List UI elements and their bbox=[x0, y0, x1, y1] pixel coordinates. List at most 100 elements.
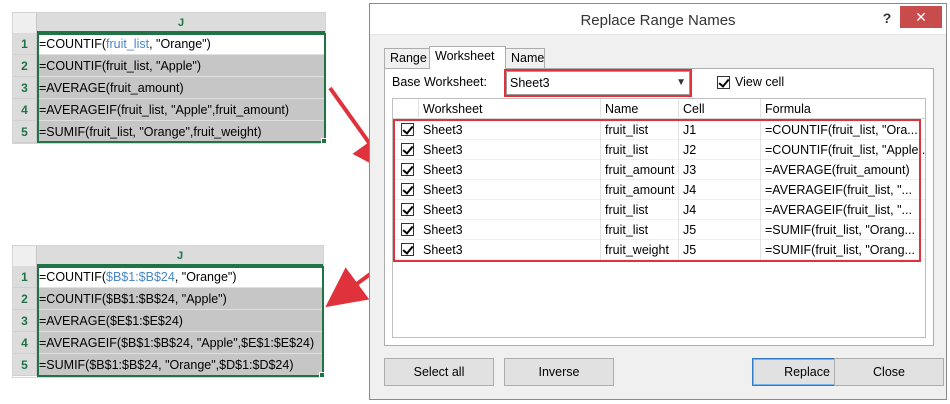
chevron-down-icon: ▼ bbox=[676, 77, 686, 88]
cell-worksheet: Sheet3 bbox=[419, 140, 601, 160]
column-header-bar: J bbox=[13, 246, 323, 266]
row-number[interactable]: 1 bbox=[13, 266, 37, 288]
table-row: 3 =AVERAGE($E$1:$E$24) bbox=[13, 310, 323, 332]
formula-cell[interactable]: =COUNTIF($B$1:$B$24, "Orange") bbox=[37, 266, 323, 288]
table-row[interactable]: Sheet3 fruit_list J4 =AVERAGEIF(fruit_li… bbox=[393, 200, 925, 220]
formula-text: , "Orange") bbox=[149, 37, 211, 51]
cell-worksheet: Sheet3 bbox=[419, 220, 601, 240]
formula-cell[interactable]: =AVERAGE($E$1:$E$24) bbox=[37, 310, 323, 332]
formula-cell[interactable]: =SUMIF($B$1:$B$24, "Orange",$D$1:$D$24) bbox=[37, 354, 323, 376]
row-number[interactable]: 5 bbox=[13, 121, 37, 143]
column-header-j[interactable]: J bbox=[37, 13, 325, 33]
cell-cell: J3 bbox=[679, 160, 761, 180]
cell-name: fruit_amount bbox=[601, 160, 679, 180]
table-row: 5 =SUMIF($B$1:$B$24, "Orange",$D$1:$D$24… bbox=[13, 354, 323, 376]
cell-cell: J1 bbox=[679, 120, 761, 140]
check-column-header bbox=[393, 99, 419, 119]
select-all-button[interactable]: Select all bbox=[384, 358, 494, 386]
row-checkbox[interactable] bbox=[401, 243, 414, 256]
close-icon[interactable]: ✕ bbox=[900, 6, 942, 28]
row-checkbox[interactable] bbox=[401, 163, 414, 176]
tab-worksheet[interactable]: Worksheet bbox=[429, 46, 506, 69]
cell-formula: =AVERAGEIF(fruit_list, "... bbox=[761, 200, 925, 220]
table-row: 2 =COUNTIF($B$1:$B$24, "Apple") bbox=[13, 288, 323, 310]
row-number[interactable]: 2 bbox=[13, 55, 37, 77]
cell-worksheet: Sheet3 bbox=[419, 160, 601, 180]
column-header-formula[interactable]: Formula bbox=[761, 99, 925, 119]
row-checkbox[interactable] bbox=[401, 183, 414, 196]
names-grid: Worksheet Name Cell Formula Sheet3 fruit… bbox=[392, 98, 926, 338]
table-row: 5 =SUMIF(fruit_list, "Orange",fruit_weig… bbox=[13, 121, 325, 143]
row-number[interactable]: 5 bbox=[13, 354, 37, 376]
cell-name: fruit_list bbox=[601, 220, 679, 240]
cell-name: fruit_amount bbox=[601, 180, 679, 200]
formula-cell[interactable]: =COUNTIF(fruit_list, "Orange") bbox=[37, 33, 325, 55]
table-row: 4 =AVERAGEIF($B$1:$B$24, "Apple",$E$1:$E… bbox=[13, 332, 323, 354]
top-sheet: J 1 =COUNTIF(fruit_list, "Orange") 2 =CO… bbox=[12, 12, 327, 144]
table-row[interactable]: Sheet3 fruit_list J2 =COUNTIF(fruit_list… bbox=[393, 140, 925, 160]
formula-text: =COUNTIF( bbox=[39, 270, 107, 284]
cell-name: fruit_list bbox=[601, 140, 679, 160]
view-cell-checkbox[interactable] bbox=[717, 76, 730, 89]
cell-cell: J2 bbox=[679, 140, 761, 160]
title-bar[interactable]: Replace Range Names ? ✕ bbox=[370, 4, 946, 35]
grid-header: Worksheet Name Cell Formula bbox=[393, 99, 925, 119]
cell-name: fruit_weight bbox=[601, 240, 679, 260]
inverse-button[interactable]: Inverse bbox=[504, 358, 614, 386]
base-worksheet-label: Base Worksheet: bbox=[392, 75, 487, 89]
fill-handle[interactable] bbox=[321, 138, 327, 144]
row-checkbox[interactable] bbox=[401, 123, 414, 136]
bottom-sheet: J 1 =COUNTIF($B$1:$B$24, "Orange") 2 =CO… bbox=[12, 245, 325, 378]
row-checkbox[interactable] bbox=[401, 223, 414, 236]
dialog-title: Replace Range Names bbox=[580, 12, 736, 29]
select-all-corner[interactable] bbox=[13, 246, 37, 266]
row-checkbox[interactable] bbox=[401, 143, 414, 156]
table-row[interactable]: Sheet3 fruit_list J5 =SUMIF(fruit_list, … bbox=[393, 220, 925, 240]
base-worksheet-value: Sheet3 bbox=[510, 76, 550, 90]
column-header-j[interactable]: J bbox=[37, 246, 323, 266]
formula-text: , "Orange") bbox=[174, 270, 237, 284]
formula-ref: $B$1:$B$24 bbox=[106, 270, 175, 284]
tab-name[interactable]: Name bbox=[505, 48, 545, 68]
formula-cell[interactable]: =AVERAGE(fruit_amount) bbox=[37, 77, 325, 99]
table-row[interactable]: Sheet3 fruit_amount J3 =AVERAGE(fruit_am… bbox=[393, 160, 925, 180]
row-number[interactable]: 4 bbox=[13, 332, 37, 354]
row-number[interactable]: 1 bbox=[13, 33, 37, 55]
formula-text: =COUNTIF( bbox=[39, 37, 107, 51]
cell-name: fruit_list bbox=[601, 120, 679, 140]
cell-cell: J4 bbox=[679, 200, 761, 220]
tab-range[interactable]: Range bbox=[384, 48, 430, 68]
formula-cell[interactable]: =COUNTIF(fruit_list, "Apple") bbox=[37, 55, 325, 77]
table-row[interactable]: Sheet3 fruit_weight J5 =SUMIF(fruit_list… bbox=[393, 240, 925, 260]
cell-worksheet: Sheet3 bbox=[419, 180, 601, 200]
cell-cell: J4 bbox=[679, 180, 761, 200]
row-number[interactable]: 4 bbox=[13, 99, 37, 121]
cell-formula: =COUNTIF(fruit_list, "Apple... bbox=[761, 140, 925, 160]
cell-worksheet: Sheet3 bbox=[419, 240, 601, 260]
table-row[interactable]: Sheet3 fruit_list J1 =COUNTIF(fruit_list… bbox=[393, 120, 925, 140]
table-row[interactable]: Sheet3 fruit_amount J4 =AVERAGEIF(fruit_… bbox=[393, 180, 925, 200]
close-button[interactable]: Close bbox=[834, 358, 944, 386]
formula-cell[interactable]: =SUMIF(fruit_list, "Orange",fruit_weight… bbox=[37, 121, 325, 143]
fill-handle[interactable] bbox=[319, 372, 325, 378]
help-icon[interactable]: ? bbox=[876, 8, 898, 28]
row-number[interactable]: 3 bbox=[13, 310, 37, 332]
cell-formula: =SUMIF(fruit_list, "Orang... bbox=[761, 240, 925, 260]
formula-cell[interactable]: =AVERAGEIF($B$1:$B$24, "Apple",$E$1:$E$2… bbox=[37, 332, 323, 354]
row-number[interactable]: 3 bbox=[13, 77, 37, 99]
column-header-worksheet[interactable]: Worksheet bbox=[419, 99, 601, 119]
row-checkbox[interactable] bbox=[401, 203, 414, 216]
formula-ref: fruit_list bbox=[106, 37, 150, 51]
base-worksheet-select[interactable]: Sheet3 ▼ bbox=[506, 71, 690, 95]
select-all-corner[interactable] bbox=[13, 13, 37, 33]
view-cell-label: View cell bbox=[735, 75, 785, 89]
column-header-bar: J bbox=[13, 13, 325, 33]
row-number[interactable]: 2 bbox=[13, 288, 37, 310]
table-row: 4 =AVERAGEIF(fruit_list, "Apple",fruit_a… bbox=[13, 99, 325, 121]
table-row: 1 =COUNTIF($B$1:$B$24, "Orange") bbox=[13, 266, 323, 288]
cell-formula: =SUMIF(fruit_list, "Orang... bbox=[761, 220, 925, 240]
column-header-name[interactable]: Name bbox=[601, 99, 679, 119]
formula-cell[interactable]: =AVERAGEIF(fruit_list, "Apple",fruit_amo… bbox=[37, 99, 325, 121]
formula-cell[interactable]: =COUNTIF($B$1:$B$24, "Apple") bbox=[37, 288, 323, 310]
column-header-cell[interactable]: Cell bbox=[679, 99, 761, 119]
